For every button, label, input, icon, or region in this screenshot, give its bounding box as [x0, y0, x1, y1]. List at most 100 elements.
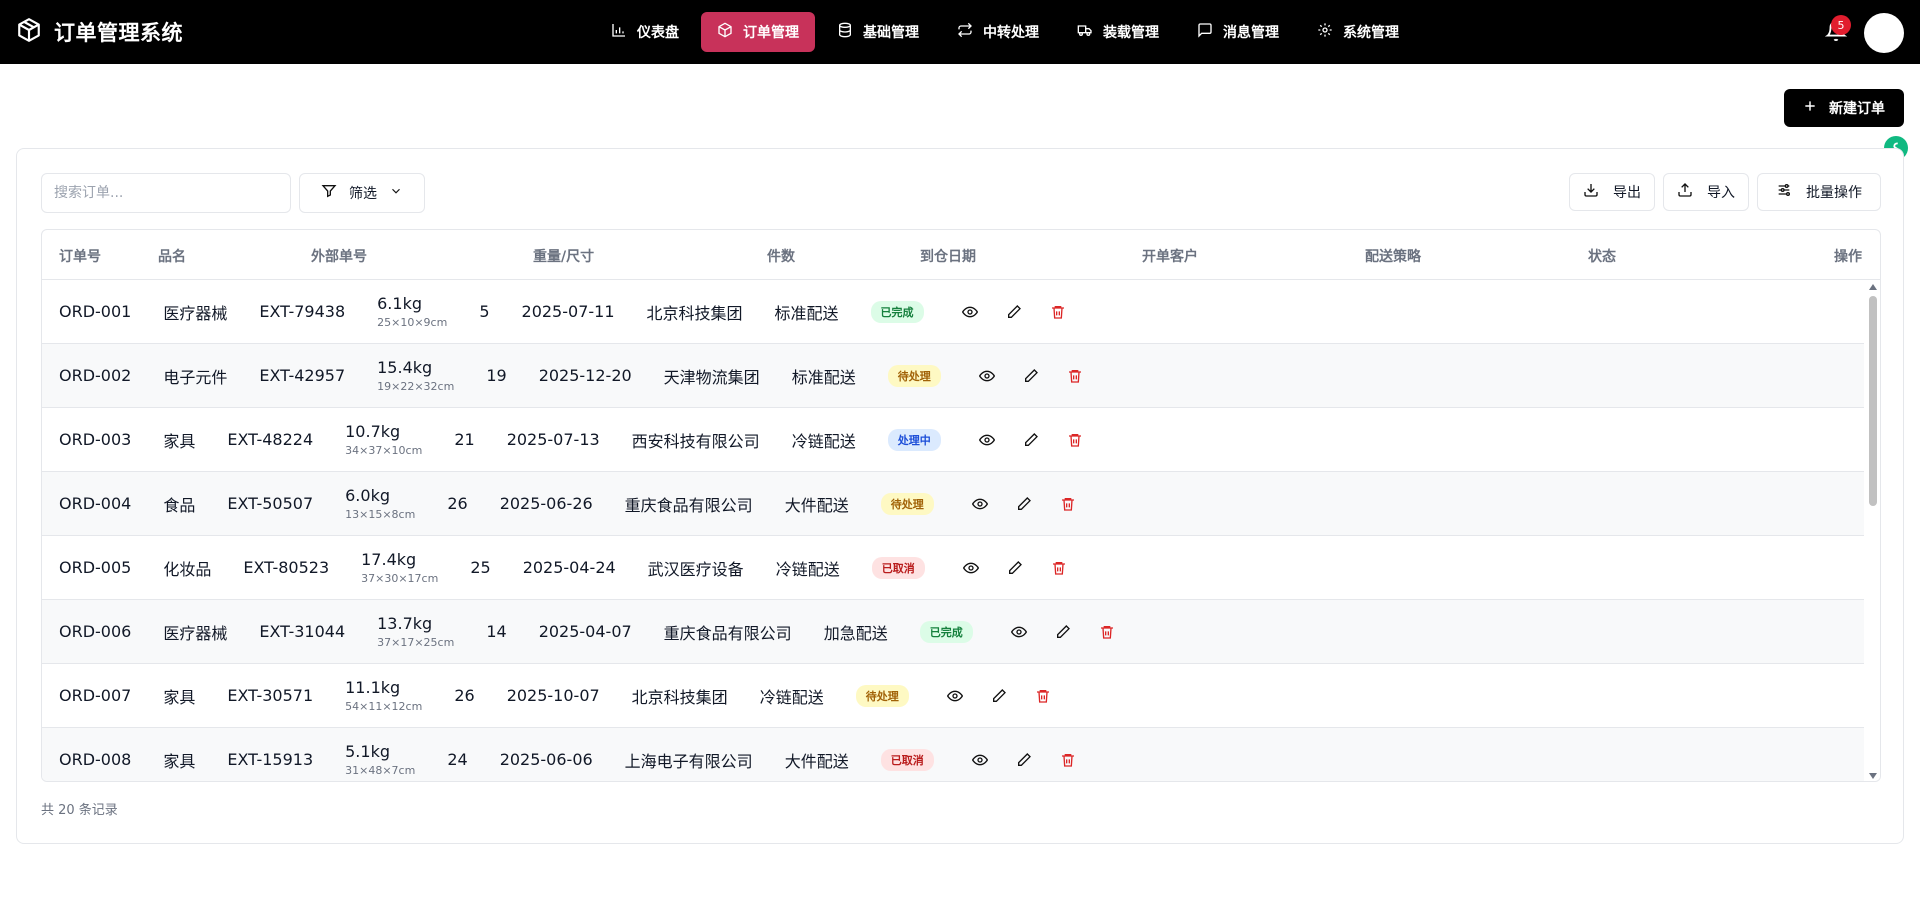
- trash-icon[interactable]: [1065, 366, 1085, 386]
- sliders-icon: [1776, 182, 1792, 202]
- table-row[interactable]: ORD-003 家具 EXT-48224 10.7kg 34×37×10cm 21 2025…: [42, 408, 1864, 472]
- arrival-date: 2025-06-26: [499, 494, 593, 513]
- status-badge: 已取消: [880, 748, 934, 771]
- edit-icon[interactable]: [1005, 558, 1025, 578]
- arrival-date: 2025-07-11: [521, 302, 615, 321]
- edit-icon[interactable]: [1014, 750, 1034, 770]
- batch-button[interactable]: 批量操作: [1757, 173, 1881, 211]
- new-order-button[interactable]: 新建订单: [1784, 89, 1904, 127]
- trash-icon[interactable]: [1097, 622, 1117, 642]
- eye-icon[interactable]: [977, 366, 997, 386]
- export-button[interactable]: 导出: [1569, 173, 1655, 211]
- eye-icon[interactable]: [960, 302, 980, 322]
- table-header: 订单号 品名 外部单号 重量/尺寸 件数 到仓日期 开单客户 配送策略 状态 操…: [42, 230, 1880, 280]
- eye-icon[interactable]: [970, 494, 990, 514]
- col-date[interactable]: 到仓日期: [920, 246, 976, 266]
- customer: 武汉医疗设备: [647, 559, 744, 579]
- table-row[interactable]: ORD-005 化妆品 EXT-80523 17.4kg 37×30×17cm 25 202…: [42, 536, 1864, 600]
- edit-icon[interactable]: [1053, 622, 1073, 642]
- order-id: ORD-005: [59, 558, 132, 577]
- avatar[interactable]: [1864, 13, 1904, 53]
- search-input[interactable]: [41, 173, 291, 213]
- edit-icon[interactable]: [1004, 302, 1024, 322]
- table-row[interactable]: ORD-002 电子元件 EXT-42957 15.4kg 19×22×32cm 19 20…: [42, 344, 1864, 408]
- col-ext-id[interactable]: 外部单号: [311, 246, 367, 266]
- strategy: 冷链配送: [791, 431, 856, 451]
- order-id: ORD-003: [59, 430, 132, 449]
- truck-icon: [1077, 22, 1093, 42]
- arrival-date: 2025-06-06: [499, 750, 593, 769]
- customer: 重庆食品有限公司: [624, 495, 753, 515]
- trash-icon[interactable]: [1065, 430, 1085, 450]
- row-actions: [1009, 622, 1117, 642]
- eye-icon[interactable]: [945, 686, 965, 706]
- weight: 5.1kg: [345, 742, 390, 761]
- brand[interactable]: 订单管理系统: [16, 0, 183, 64]
- nav-label: 系统管理: [1343, 25, 1399, 41]
- trash-icon[interactable]: [1049, 558, 1069, 578]
- weight-dims: 17.4kg 37×30×17cm: [361, 550, 438, 585]
- row-actions: [945, 686, 1053, 706]
- product-name: 食品: [163, 495, 196, 515]
- status-badge: 待处理: [880, 492, 934, 515]
- trash-icon[interactable]: [1033, 686, 1053, 706]
- eye-icon[interactable]: [1009, 622, 1029, 642]
- message-icon: [1197, 22, 1213, 42]
- customer: 北京科技集团: [631, 687, 728, 707]
- trash-icon[interactable]: [1048, 302, 1068, 322]
- col-weight[interactable]: 重量/尺寸: [533, 246, 594, 266]
- status-badge: 已取消: [871, 556, 925, 579]
- nav-item-base[interactable]: 基础管理: [821, 12, 935, 52]
- eye-icon[interactable]: [970, 750, 990, 770]
- edit-icon[interactable]: [1021, 366, 1041, 386]
- table-scrollbar[interactable]: [1864, 280, 1880, 781]
- gear-icon: [1317, 22, 1333, 42]
- col-customer[interactable]: 开单客户: [1142, 246, 1198, 266]
- col-order-id[interactable]: 订单号: [59, 246, 101, 266]
- col-strategy[interactable]: 配送策略: [1365, 246, 1421, 266]
- table-row[interactable]: ORD-007 家具 EXT-30571 11.1kg 54×11×12cm 26 2025…: [42, 664, 1864, 728]
- nav-label: 基础管理: [863, 25, 919, 41]
- weight-dims: 10.7kg 34×37×10cm: [345, 422, 422, 457]
- nav-item-orders[interactable]: 订单管理: [701, 12, 815, 52]
- app-title: 订单管理系统: [54, 21, 183, 45]
- dimensions: 54×11×12cm: [345, 700, 423, 713]
- scroll-up-arrow[interactable]: [1869, 284, 1877, 290]
- external-id: EXT-42957: [259, 366, 346, 385]
- edit-icon[interactable]: [1021, 430, 1041, 450]
- nav-label: 订单管理: [743, 25, 799, 41]
- table-row[interactable]: ORD-004 食品 EXT-50507 6.0kg 13×15×8cm 26 2025-0…: [42, 472, 1864, 536]
- quantity: 26: [454, 686, 475, 705]
- col-qty[interactable]: 件数: [767, 246, 795, 266]
- edit-icon[interactable]: [989, 686, 1009, 706]
- quantity: 14: [486, 622, 507, 641]
- quantity: 26: [447, 494, 468, 513]
- scroll-down-arrow[interactable]: [1869, 773, 1877, 779]
- trash-icon[interactable]: [1058, 494, 1078, 514]
- row-actions: [970, 494, 1078, 514]
- scroll-thumb[interactable]: [1869, 296, 1877, 506]
- trash-icon[interactable]: [1058, 750, 1078, 770]
- table-row[interactable]: ORD-006 医疗器械 EXT-31044 13.7kg 37×17×25cm 14 20…: [42, 600, 1864, 664]
- weight-dims: 6.0kg 13×15×8cm: [345, 486, 415, 521]
- nav-item-messages[interactable]: 消息管理: [1181, 12, 1295, 52]
- nav-item-loading[interactable]: 装载管理: [1061, 12, 1175, 52]
- import-button[interactable]: 导入: [1663, 173, 1749, 211]
- eye-icon[interactable]: [961, 558, 981, 578]
- table-body: ORD-001 医疗器械 EXT-79438 6.1kg 25×10×9cm 5 2025-…: [42, 280, 1864, 781]
- status-badge: 处理中: [887, 428, 941, 451]
- dimensions: 19×22×32cm: [377, 380, 455, 393]
- filter-button[interactable]: 筛选: [299, 173, 425, 213]
- nav-item-dashboard[interactable]: 仪表盘: [595, 12, 695, 52]
- nav-item-system[interactable]: 系统管理: [1301, 12, 1415, 52]
- eye-icon[interactable]: [977, 430, 997, 450]
- nav-label: 装载管理: [1103, 25, 1159, 41]
- edit-icon[interactable]: [1014, 494, 1034, 514]
- table-row[interactable]: ORD-001 医疗器械 EXT-79438 6.1kg 25×10×9cm 5 2025-…: [42, 280, 1864, 344]
- nav-label: 仪表盘: [637, 25, 679, 41]
- col-name[interactable]: 品名: [158, 246, 186, 266]
- external-id: EXT-50507: [227, 494, 314, 513]
- table-row[interactable]: ORD-008 家具 EXT-15913 5.1kg 31×48×7cm 24 2025-0…: [42, 728, 1864, 781]
- col-status[interactable]: 状态: [1588, 246, 1616, 266]
- nav-item-transfer[interactable]: 中转处理: [941, 12, 1055, 52]
